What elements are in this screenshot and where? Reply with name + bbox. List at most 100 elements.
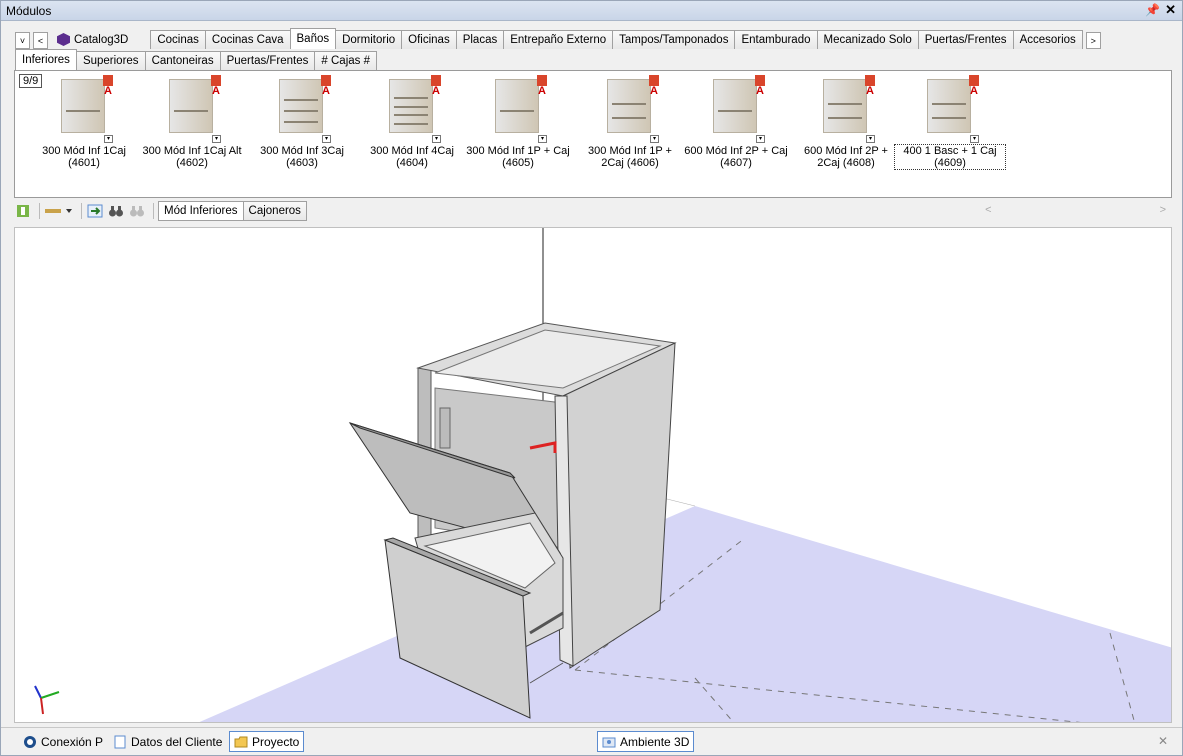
module-item[interactable]: A ▾ 600 Mód Inf 2P +2Caj (4608)	[791, 75, 901, 175]
tab-catalog3d[interactable]: Catalog3D	[51, 30, 134, 49]
module-label-line2: (4609)	[934, 157, 966, 169]
subcategory-tab-strip: Inferiores Superiores Cantoneiras Puertas/F…	[15, 49, 377, 70]
view-tab-m-d-inferiores[interactable]: Mód Inferiores	[158, 201, 244, 221]
module-thumbnail: A ▾	[601, 75, 659, 143]
tab-oficinas[interactable]: Oficinas	[401, 30, 457, 49]
tab-label: Mecanizado Solo	[823, 34, 912, 46]
binoculars-icon[interactable]	[107, 202, 125, 220]
chevron-down-icon[interactable]: ˅	[15, 32, 30, 49]
module-thumbnail: A ▾	[707, 75, 765, 143]
tab-entrepa-o-externo[interactable]: Entrepaño Externo	[503, 30, 614, 49]
module-item[interactable]: A ▾ 300 Mód Inf 1P +2Caj (4606)	[575, 75, 685, 175]
module-label: 300 Mód Inf 1Caj Alt (4602)	[137, 145, 247, 169]
ambiente-3d-button[interactable]: Ambiente 3D	[597, 731, 695, 752]
expand-icon[interactable]: ▾	[650, 135, 659, 143]
tab-dormitorio[interactable]: Dormitorio	[335, 30, 403, 49]
cabinet-preview	[61, 79, 105, 133]
brand-logo-icon: A	[537, 75, 547, 97]
binoculars-disabled-icon[interactable]	[128, 202, 146, 220]
expand-icon[interactable]: ▾	[432, 135, 441, 143]
drawer-line	[66, 110, 100, 112]
tab-label: Cocinas	[157, 34, 199, 46]
module-label: 300 Mód Inf 4Caj (4604)	[357, 145, 467, 169]
tab-cocinas-cava[interactable]: Cocinas Cava	[204, 30, 291, 49]
tab-scroll-arrows: < >	[985, 204, 1166, 216]
module-label-line2: (4607)	[720, 157, 752, 169]
document-icon	[114, 735, 126, 748]
expand-icon[interactable]: ▾	[970, 135, 979, 143]
tab-placas[interactable]: Placas	[455, 30, 505, 49]
expand-icon[interactable]: ▾	[756, 135, 765, 143]
scroll-right-button[interactable]: >	[1085, 32, 1101, 49]
module-item[interactable]: A ▾ 300 Mód Inf 3Caj (4603)	[247, 75, 357, 175]
ambiente-3d-label: Ambiente 3D	[620, 734, 690, 749]
tab-entamburado[interactable]: Entamburado	[734, 30, 818, 49]
module-label: 300 Mód Inf 1Caj (4601)	[29, 145, 139, 169]
module-item[interactable]: A ▾ 300 Mód Inf 1P + Caj (4605)	[463, 75, 573, 175]
subtab-puertas-frentes[interactable]: Puertas/Frentes	[219, 51, 316, 70]
expand-icon[interactable]: ▾	[212, 135, 221, 143]
drawer-line	[284, 110, 318, 112]
status-bar: Conexión P Datos del Cliente Proyecto Am…	[1, 727, 1182, 755]
tab-accesorios[interactable]: Accesorios	[1012, 30, 1083, 49]
module-thumbnail: A ▾	[383, 75, 441, 143]
tab-label: Dormitorio	[342, 34, 396, 46]
subtab-inferiores[interactable]: Inferiores	[15, 49, 77, 70]
tab-label: Catalog3D	[74, 33, 129, 46]
tab-label: Oficinas	[408, 34, 450, 46]
drawer-line	[932, 102, 966, 105]
export-icon[interactable]	[86, 202, 104, 220]
module-label: 300 Mód Inf 1P +2Caj (4606)	[575, 145, 685, 169]
subtab-superiores[interactable]: Superiores	[75, 51, 146, 70]
proyecto-button[interactable]: Proyecto	[229, 731, 305, 752]
statusbar-item-label: Conexión P	[41, 734, 104, 749]
material-dropdown-icon[interactable]	[44, 202, 74, 220]
subtab--cajas-[interactable]: # Cajas #	[314, 51, 377, 70]
expand-icon[interactable]: ▾	[104, 135, 113, 143]
folder-icon	[234, 736, 248, 747]
drawer-line	[394, 105, 428, 108]
scroll-left-arrow[interactable]: <	[985, 204, 991, 216]
module-label-line1: 600 Mód Inf 2P +	[804, 145, 888, 157]
pin-icon[interactable]: 📌	[1145, 3, 1160, 17]
close-icon[interactable]: ✕	[1165, 2, 1176, 18]
tab-label: Accesorios	[1019, 34, 1076, 46]
module-label: 600 Mód Inf 2P + Caj (4607)	[681, 145, 791, 169]
tab-label: Puertas/Frentes	[924, 34, 1007, 46]
close-icon[interactable]: ✕	[1158, 734, 1168, 748]
datos-cliente-button[interactable]: Datos del Cliente	[109, 731, 226, 752]
drawer-line	[718, 110, 752, 112]
module-item[interactable]: A ▾ 300 Mód Inf 1Caj Alt (4602)	[137, 75, 247, 175]
tab-mecanizado-solo[interactable]: Mecanizado Solo	[816, 30, 919, 49]
tab-ba-os[interactable]: Baños	[289, 28, 337, 49]
conexion-button[interactable]: Conexión P	[19, 731, 107, 752]
statusbar-item-label: Proyecto	[252, 734, 300, 749]
add-module-icon[interactable]	[14, 202, 32, 220]
drawer-line	[174, 110, 208, 112]
expand-icon[interactable]: ▾	[322, 135, 331, 143]
expand-icon[interactable]: ▾	[866, 135, 875, 143]
module-item[interactable]: A ▾ 400 1 Basc + 1 Caj (4609)	[894, 75, 1006, 175]
expand-icon[interactable]: ▾	[538, 135, 547, 143]
cabinet-preview	[169, 79, 213, 133]
module-item[interactable]: A ▾ 600 Mód Inf 2P + Caj (4607)	[681, 75, 791, 175]
view-tab-cajoneros[interactable]: Cajoneros	[242, 201, 307, 221]
module-item[interactable]: A ▾ 300 Mód Inf 1Caj (4601)	[29, 75, 139, 175]
scroll-right-arrow[interactable]: >	[1160, 204, 1166, 216]
tab-tampos-tamponados[interactable]: Tampos/Tamponados	[612, 30, 736, 49]
module-label-line2: (4605)	[502, 157, 534, 169]
view-toolbar: Mód Inferiores Cajoneros < >	[14, 200, 1172, 222]
cabinet-preview	[389, 79, 433, 133]
category-tab-strip: ˅ < Catalog3D Cocinas Cocinas Cava Baños Dor…	[15, 28, 1104, 49]
3d-viewport[interactable]	[14, 227, 1172, 723]
module-label-line2: 2Caj (4608)	[817, 157, 875, 169]
subtab-cantoneiras[interactable]: Cantoneiras	[144, 51, 221, 70]
tab-cocinas[interactable]: Cocinas	[150, 30, 206, 49]
brand-logo-icon: A	[649, 75, 659, 97]
scroll-left-button[interactable]: <	[33, 32, 48, 49]
tab-label: Entrepaño Externo	[510, 34, 607, 46]
module-item[interactable]: A ▾ 300 Mód Inf 4Caj (4604)	[357, 75, 467, 175]
tab-puertas-frentes[interactable]: Puertas/Frentes	[917, 30, 1014, 49]
floor-plane	[199, 506, 1171, 722]
drawer-line	[284, 99, 318, 101]
